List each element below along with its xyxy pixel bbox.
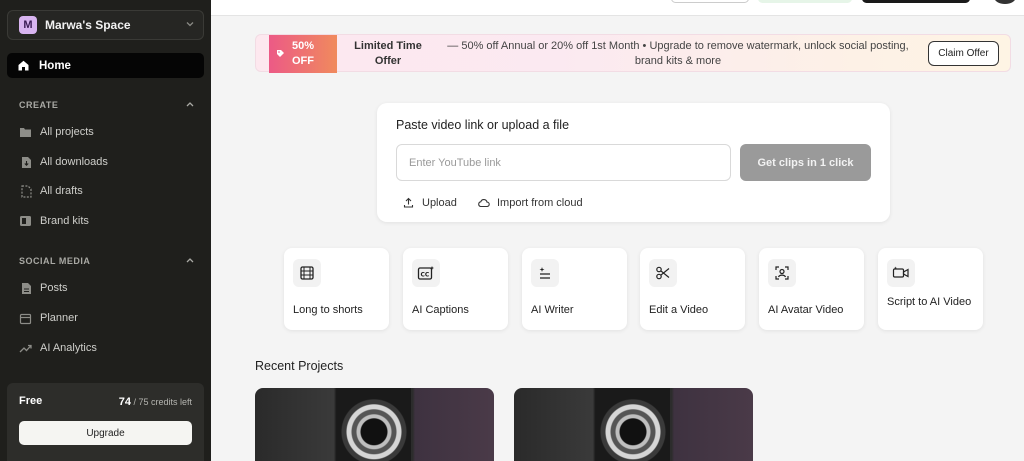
sidebar-item-label: Home [39,59,71,72]
project-thumbnail[interactable] [255,388,494,461]
sidebar-item-label: AI Analytics [40,342,97,354]
tool-label: Long to shorts [293,304,363,316]
sidebar-item-brand-kits[interactable]: Brand kits [19,212,89,230]
tool-card-ai-captions[interactable]: CC AI Captions [403,248,508,330]
sidebar-item-label: All projects [40,126,94,138]
user-avatar[interactable] [994,0,1016,4]
brand-kit-icon [19,215,32,228]
download-file-icon [19,156,32,169]
sidebar-item-label: All downloads [40,156,108,168]
recent-projects-title: Recent Projects [255,359,344,373]
claim-offer-button[interactable]: Claim Offer [928,41,999,66]
avatar-icon [768,259,796,287]
workspace-name: Marwa's Space [45,18,131,32]
sidebar-item-posts[interactable]: Posts [19,279,68,297]
scissors-icon [649,259,677,287]
film-icon [293,259,321,287]
chevron-up-icon[interactable] [185,256,195,266]
sidebar-item-all-drafts[interactable]: All drafts [19,182,83,200]
tool-label: AI Avatar Video [768,304,844,316]
tool-card-edit-a-video[interactable]: Edit a Video [640,248,745,330]
tool-label: AI Captions [412,304,469,316]
promo-banner: 50% OFF Limited Time Offer — 50% off Annu… [255,34,1011,73]
promo-title: Limited Time Offer [354,40,422,67]
folder-icon [19,126,32,139]
section-header-social-media: SOCIAL MEDIA [19,256,195,266]
plan-name: Free [19,395,43,407]
tool-card-ai-writer[interactable]: AI Writer [522,248,627,330]
sidebar-item-label: All drafts [40,185,83,197]
chevron-up-icon[interactable] [185,100,195,110]
tool-label: Script to AI Video [887,296,972,308]
calendar-icon [19,312,32,325]
import-from-cloud-button[interactable]: Import from cloud [477,196,583,209]
promo-description: — 50% off Annual or 20% off 1st Month • … [447,40,909,67]
discount-text: 50% OFF [291,40,315,67]
tool-card-script-to-ai-video[interactable]: Script to AI Video [878,248,983,330]
section-header-create: CREATE [19,100,195,110]
upload-label: Upload [422,196,457,209]
thumbnail-image [596,388,670,461]
top-bar [211,0,1024,16]
section-title: CREATE [19,100,59,110]
credits-suffix: / 75 credits left [133,397,192,407]
home-icon [17,59,30,72]
upload-title: Paste video link or upload a file [396,118,570,132]
credits-counter: 74 / 75 credits left [119,396,192,408]
tag-icon [276,48,285,63]
trend-icon [19,342,32,355]
top-bar-button[interactable] [758,0,852,3]
sidebar-item-home[interactable]: Home [7,53,204,78]
project-thumbnail[interactable] [514,388,753,461]
video-camera-icon [887,259,915,287]
get-clips-button[interactable]: Get clips in 1 click [740,144,871,181]
sidebar-item-all-projects[interactable]: All projects [19,123,94,141]
chevron-down-icon [185,19,195,32]
sidebar-item-label: Posts [40,282,68,294]
workspace-avatar: M [19,16,37,34]
import-from-cloud-label: Import from cloud [497,196,583,209]
sidebar-item-ai-analytics[interactable]: AI Analytics [19,339,97,357]
cloud-icon [477,196,490,209]
writer-icon [531,259,559,287]
tool-card-long-to-shorts[interactable]: Long to shorts [284,248,389,330]
top-bar-button[interactable] [862,0,970,3]
workspace-switcher[interactable]: M Marwa's Space [7,10,204,40]
sidebar-item-label: Planner [40,312,78,324]
upload-icon [402,196,415,209]
sidebar: M Marwa's Space Home CREATE All projects… [0,0,211,461]
sidebar-item-all-downloads[interactable]: All downloads [19,153,108,171]
tool-label: AI Writer [531,304,574,316]
credits-card: Free 74 / 75 credits left Upgrade [7,383,204,461]
section-title: SOCIAL MEDIA [19,256,91,266]
tool-card-ai-avatar-video[interactable]: AI Avatar Video [759,248,864,330]
top-bar-button[interactable] [671,0,749,3]
discount-badge: 50% OFF [269,35,337,73]
upgrade-button[interactable]: Upgrade [19,421,192,445]
upload-card: Paste video link or upload a file Get cl… [377,103,890,222]
posts-icon [19,282,32,295]
sidebar-item-label: Brand kits [40,215,89,227]
youtube-link-input[interactable] [396,144,731,181]
credits-remaining: 74 [118,396,131,408]
tool-label: Edit a Video [649,304,709,316]
captions-icon: CC [412,259,440,287]
upload-button[interactable]: Upload [402,196,457,209]
svg-text:CC: CC [421,272,430,279]
thumbnail-image [337,388,411,461]
draft-icon [19,184,32,198]
sidebar-item-planner[interactable]: Planner [19,309,78,327]
